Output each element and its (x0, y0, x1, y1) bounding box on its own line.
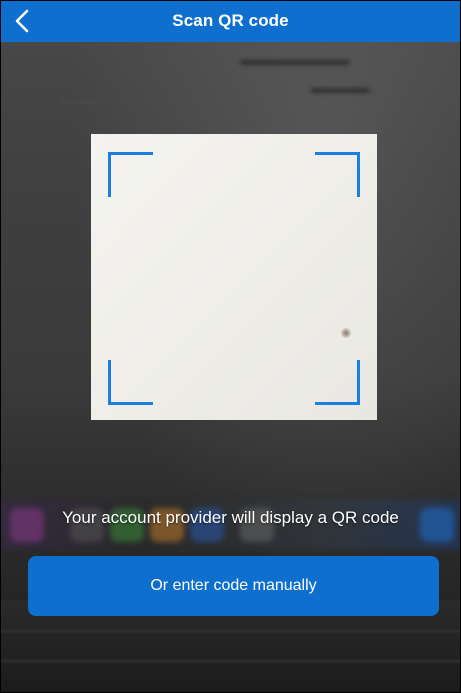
page-title: Scan QR code (172, 11, 289, 30)
camera-blur-detail (60, 100, 100, 103)
camera-blur-detail (341, 328, 351, 338)
back-button[interactable] (4, 0, 40, 42)
scan-qr-screen: Scan QR code Your account provider will … (0, 0, 461, 693)
enter-code-manually-button[interactable]: Or enter code manually (28, 556, 439, 616)
scan-frame-corner-top-right (315, 152, 360, 197)
scan-frame-corner-bottom-left (108, 360, 153, 405)
camera-blur-detail (310, 88, 370, 93)
scan-frame-corner-top-left (108, 152, 153, 197)
camera-blur-detail (240, 60, 350, 65)
header-bar: Scan QR code (0, 0, 461, 42)
camera-blur-detail (0, 630, 461, 632)
scan-frame-corner-bottom-right (315, 360, 360, 405)
chevron-left-icon (15, 9, 29, 33)
instruction-text: Your account provider will display a QR … (62, 508, 399, 527)
camera-blur-detail (0, 660, 461, 662)
